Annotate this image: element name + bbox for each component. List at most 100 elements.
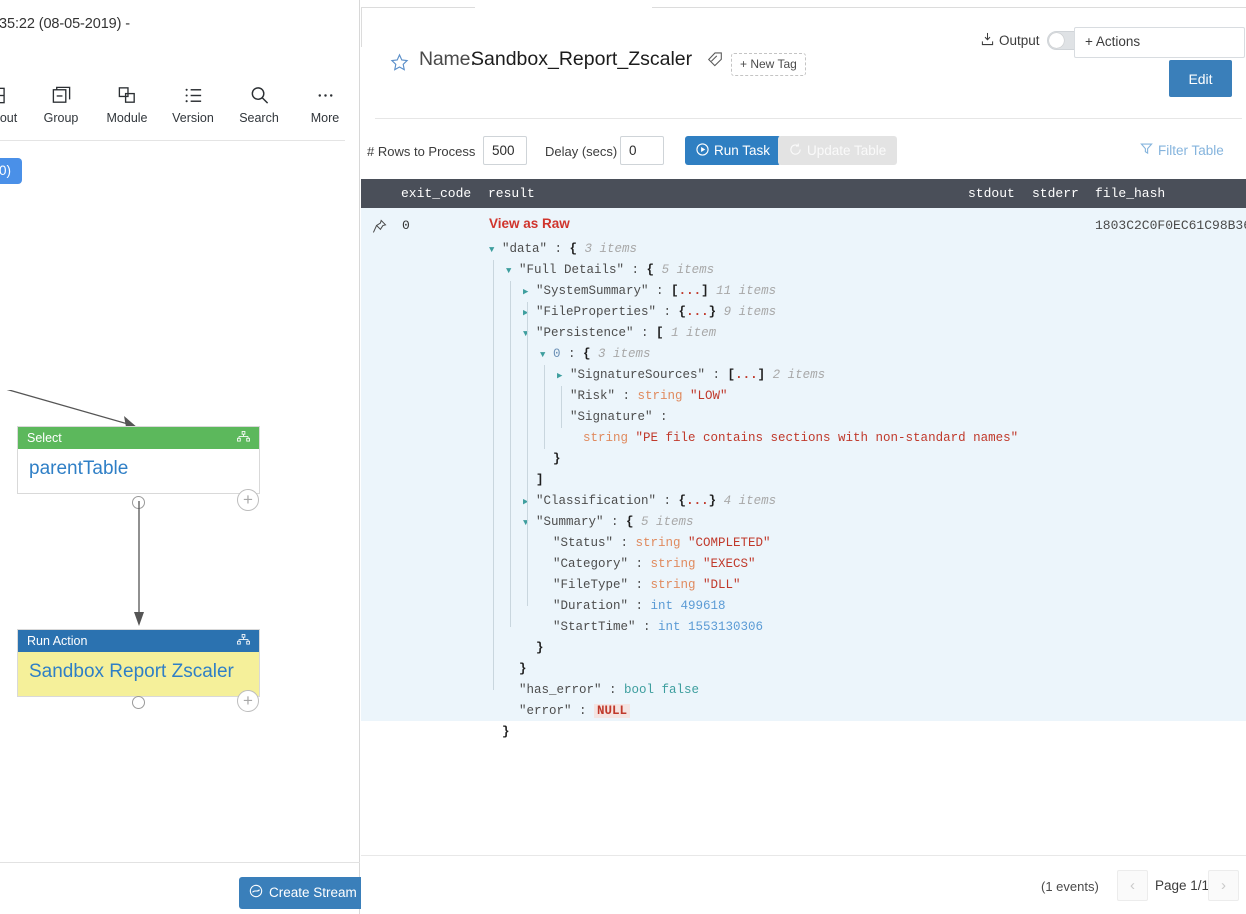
more-ellipsis-icon [315,84,336,106]
json-tree-row[interactable]: string "PE file contains sections with n… [489,428,1018,449]
rows-to-process-input[interactable] [483,136,527,165]
json-value-type: string [637,389,691,403]
json-tree-row[interactable]: "Summary" : { 5 items [489,512,1018,533]
run-task-label: Run Task [714,143,771,158]
previous-page-button[interactable]: ‹ [1117,870,1148,901]
next-page-button[interactable]: › [1208,870,1239,901]
json-tree-row[interactable]: "Category" : string "EXECS" [489,554,1018,575]
edit-button[interactable]: Edit [1169,60,1232,97]
json-tree-row[interactable]: "SystemSummary" : [...] 11 items [489,281,1018,302]
node-add-button[interactable]: + [237,489,259,511]
node-output-port[interactable] [132,696,145,709]
json-tree-row[interactable]: "FileType" : string "DLL" [489,575,1018,596]
json-tree-row[interactable]: ] [489,470,1018,491]
create-stream-button[interactable]: Create Stream [239,877,369,909]
tag-icon[interactable] [706,50,724,73]
json-key: "Category" [553,557,629,571]
json-tree-row[interactable]: "Signature" : [489,407,1018,428]
chevron-down-icon[interactable] [506,261,519,282]
output-label-wrap: Output [981,32,1040,49]
json-tree-row[interactable]: "error" : NULL [489,701,1018,722]
json-separator: : [603,515,627,529]
json-separator: : [633,326,657,340]
json-tree-row[interactable]: } [489,449,1018,470]
workflow-tab-chip[interactable]: _Zscaler (0) [0,158,23,184]
hierarchy-icon [237,634,250,648]
view-as-raw-link[interactable]: View as Raw [489,216,570,231]
chevron-right-icon[interactable] [523,492,536,513]
toolbar-item-group[interactable]: Group [28,84,94,125]
graph-node-run-action[interactable]: Run Action Sandbox Report Zscaler + [17,629,260,712]
json-value: false [661,683,700,697]
json-collapsed-dots: ... [735,368,758,382]
toolbar-label: Search [239,111,279,125]
rows-to-process-label: # Rows to Process [367,144,476,159]
json-tree-row[interactable]: "SignatureSources" : [...] 2 items [489,365,1018,386]
json-tree-row[interactable]: "Duration" : int 499618 [489,596,1018,617]
column-header-result[interactable]: result [488,186,535,201]
json-item-count: 11 items [716,284,777,298]
node-title: Sandbox Report Zscaler [18,652,259,696]
json-tree-row[interactable]: } [489,638,1018,659]
delay-label: Delay (secs) [545,144,618,159]
chevron-right-icon[interactable] [523,282,536,303]
json-tree-row[interactable]: "StartTime" : int 1553130306 [489,617,1018,638]
json-value: 499618 [680,599,726,613]
actions-dropdown[interactable]: + Actions [1074,27,1245,58]
json-tree-row[interactable]: "has_error" : bool false [489,680,1018,701]
json-key: "FileType" [553,578,629,592]
update-table-button[interactable]: Update Table [778,136,898,165]
chevron-down-icon[interactable] [489,240,502,261]
json-value: "PE file contains sections with non-stan… [635,431,1019,445]
json-tree-viewer: "data" : { 3 items"Full Details" : { 5 i… [489,239,1018,743]
json-tree-row[interactable]: "Persistence" : [ 1 item [489,323,1018,344]
toolbar-item-module[interactable]: Module [94,84,160,125]
json-collapsed-dots: ... [678,284,702,298]
chevron-down-icon[interactable] [540,345,553,366]
pin-icon[interactable] [372,219,387,239]
graph-node-select[interactable]: Select parentTable + [17,426,260,511]
toolbar-item-search[interactable]: Search [226,84,292,125]
json-tree-row[interactable]: } [489,659,1018,680]
chevron-down-icon[interactable] [523,324,536,345]
run-task-button[interactable]: Run Task [685,136,782,165]
json-tree-row[interactable]: "Status" : string "COMPLETED" [489,533,1018,554]
json-open-bracket: { [646,263,662,277]
json-key: "Full Details" [519,263,625,277]
toolbar-label: Module [106,111,148,125]
json-open-bracket: { [678,305,687,319]
create-stream-label: Create Stream [269,885,357,900]
json-tree-row[interactable]: "Full Details" : { 5 items [489,260,1018,281]
search-icon [249,84,270,106]
favorite-star-icon[interactable] [390,53,409,77]
toolbar-item-more[interactable]: More [292,84,358,125]
json-key: 0 [553,347,561,361]
new-tag-button[interactable]: + New Tag [731,53,806,76]
column-header-stderr[interactable]: stderr [1032,186,1079,201]
node-add-button[interactable]: + [237,690,259,712]
delay-input[interactable] [620,136,664,165]
chevron-down-icon[interactable] [523,513,536,534]
toolbar-item-relayout[interactable]: e-layout [0,84,28,125]
json-separator: : [635,620,659,634]
chevron-right-icon[interactable] [523,303,536,324]
json-tree-row[interactable]: } [489,722,1018,743]
json-value-type: int [650,599,681,613]
toolbar-item-version[interactable]: Version [160,84,226,125]
column-header-stdout[interactable]: stdout [968,186,1015,201]
json-separator: : [648,284,672,298]
filter-table-button[interactable]: Filter Table [1140,142,1224,158]
json-tree-row[interactable]: "data" : { 3 items [489,239,1018,260]
json-tree-row[interactable]: "Risk" : string "LOW" [489,386,1018,407]
json-tree-row[interactable]: 0 : { 3 items [489,344,1018,365]
json-separator: : [615,389,638,403]
chevron-right-icon[interactable] [557,366,570,387]
name-label: Name: [419,48,476,70]
json-value-type: string [583,431,636,445]
json-tree-row[interactable]: "FileProperties" : {...} 9 items [489,302,1018,323]
column-header-exit-code[interactable]: exit_code [401,186,471,201]
json-open-bracket: { [583,347,599,361]
column-header-file-hash[interactable]: file_hash [1095,186,1165,201]
json-tree-row[interactable]: "Classification" : {...} 4 items [489,491,1018,512]
page-indicator: Page 1/1 [1155,878,1210,893]
